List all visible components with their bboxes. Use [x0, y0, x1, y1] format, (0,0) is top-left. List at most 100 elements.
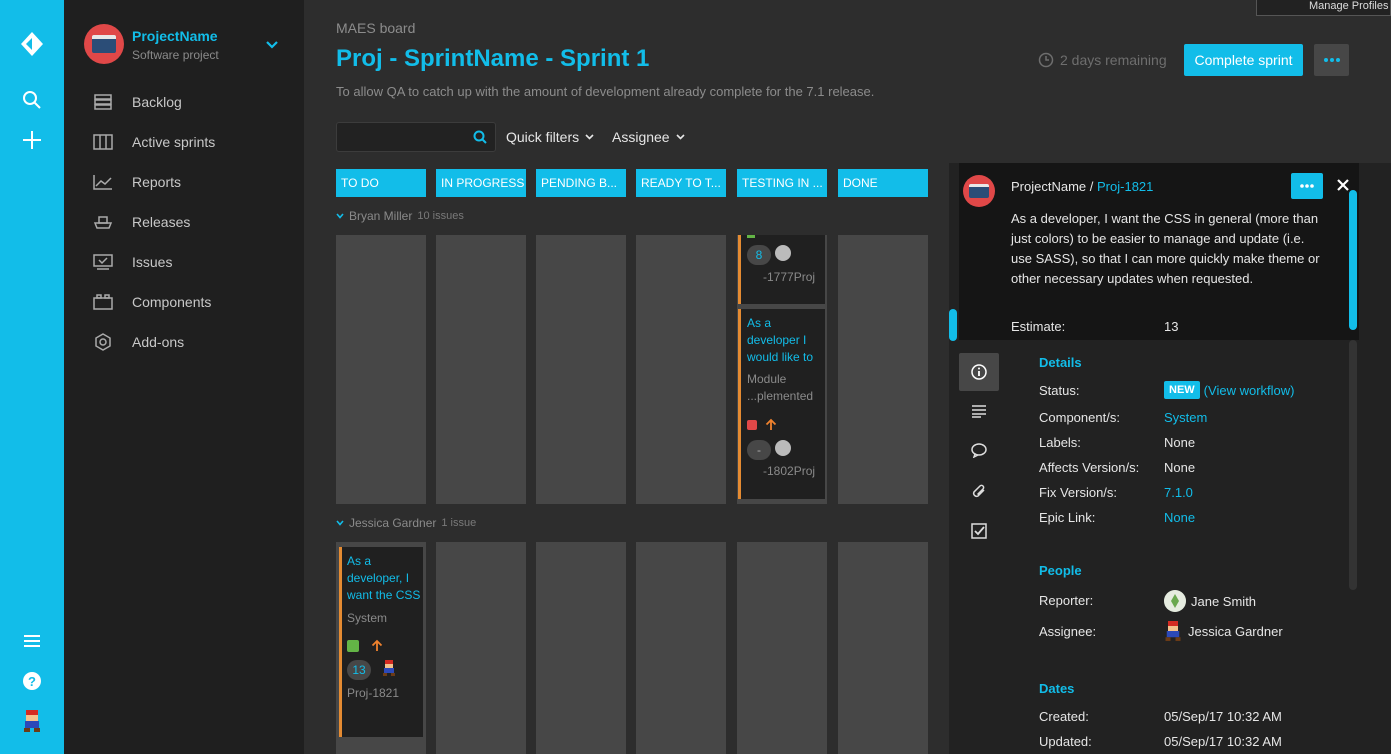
labels-label: Labels:	[1039, 435, 1081, 450]
help-icon[interactable]: ?	[20, 669, 44, 693]
fix-version-value[interactable]: 7.1.0	[1164, 485, 1193, 500]
issue-component: Module ...plemented	[747, 372, 814, 403]
board-cell	[436, 542, 526, 754]
epic-link-value[interactable]: None	[1164, 510, 1195, 525]
manage-profiles-menu[interactable]: Manage Profiles	[1256, 0, 1391, 16]
user-avatar-icon[interactable]	[20, 709, 44, 733]
assignee-value[interactable]: Jessica Gardner	[1164, 621, 1283, 641]
backlog-icon	[92, 92, 114, 112]
scrollbar[interactable]	[1349, 190, 1357, 330]
issue-title: As a developer I would like to	[747, 316, 814, 364]
quick-filters-dropdown[interactable]: Quick filters	[506, 129, 594, 145]
chevron-down-icon	[336, 520, 344, 526]
board-area: MAES board Proj - SprintName - Sprint 1 …	[304, 0, 1391, 754]
board-cell	[536, 235, 626, 504]
avatar	[775, 245, 791, 261]
column-header-ready: READY TO T...	[636, 169, 726, 197]
releases-icon	[92, 212, 114, 232]
jira-logo-icon[interactable]	[20, 32, 44, 56]
board-cell	[636, 542, 726, 754]
component-label: Component/s:	[1039, 410, 1120, 425]
more-icon[interactable]	[1314, 44, 1349, 76]
reporter-value[interactable]: Jane Smith	[1164, 590, 1256, 612]
dates-section-title: Dates	[1039, 681, 1075, 696]
swimlane-header-bryan[interactable]: Bryan Miller 10 issues	[336, 209, 464, 223]
search-icon[interactable]	[473, 130, 487, 149]
breadcrumb: ProjectName / Proj-1821	[1011, 179, 1154, 194]
nav-item-components[interactable]: Components	[92, 290, 211, 314]
remaining-text: 2 days remaining	[1060, 52, 1167, 68]
affects-value[interactable]: None	[1164, 460, 1195, 475]
priority-up-icon	[371, 639, 383, 657]
info-icon[interactable]	[959, 353, 999, 391]
project-type: Software project	[132, 48, 219, 62]
bug-icon	[747, 420, 757, 430]
status-badge[interactable]: NEW	[1164, 381, 1200, 399]
issue-key: Proj-1821	[347, 686, 400, 700]
issue-key: -1777Proj	[763, 270, 816, 284]
panel-resize-handle[interactable]	[949, 309, 957, 341]
nav-item-releases[interactable]: Releases	[92, 210, 190, 234]
details-section-title: Details	[1039, 355, 1082, 370]
nav-label: Issues	[132, 254, 173, 270]
board-cell	[536, 542, 626, 754]
people-section-title: People	[1039, 563, 1082, 578]
updated-label: Updated:	[1039, 734, 1092, 749]
complete-sprint-button[interactable]: Complete sprint	[1184, 44, 1303, 76]
close-icon[interactable]	[1335, 177, 1351, 193]
affects-label: Affects Version/s:	[1039, 460, 1140, 475]
view-workflow-link[interactable]: View workflow	[1208, 383, 1290, 398]
nav-item-backlog[interactable]: Backlog	[92, 90, 182, 114]
subtasks-icon[interactable]	[959, 512, 999, 550]
attachment-icon[interactable]	[959, 472, 999, 510]
avatar	[1164, 621, 1182, 641]
nav-label: Reports	[132, 174, 182, 190]
project-name[interactable]: ProjectName	[132, 28, 218, 44]
chevron-down-icon[interactable]	[266, 36, 278, 54]
assignee-dropdown[interactable]: Assignee	[612, 129, 685, 145]
sprint-description: To allow QA to catch up with the amount …	[336, 84, 875, 99]
issue-detail-header: ProjectName / Proj-1821 As a developer, …	[959, 163, 1359, 340]
swimlane-header-jessica[interactable]: Jessica Gardner 1 issue	[336, 516, 476, 530]
board-cell	[336, 235, 426, 504]
nav-label: Backlog	[132, 94, 182, 110]
nav-item-issues[interactable]: Issues	[92, 250, 172, 274]
plus-icon[interactable]	[20, 128, 44, 152]
nav-item-reports[interactable]: Reports	[92, 170, 181, 194]
labels-value[interactable]: None	[1164, 435, 1195, 450]
issue-card[interactable]: 8 -1777Proj	[738, 235, 825, 304]
estimate-value[interactable]: 13	[1164, 319, 1178, 334]
add-ons-icon	[92, 332, 114, 352]
issue-card[interactable]: As a developer I would like to Module ..…	[738, 309, 825, 499]
priority-up-icon	[765, 418, 777, 436]
global-sidebar: ?	[0, 0, 64, 754]
nav-item-add-ons[interactable]: Add-ons	[92, 330, 184, 354]
menu-icon[interactable]	[20, 629, 44, 653]
epic-link-label: Epic Link:	[1039, 510, 1096, 525]
board-cell	[838, 235, 928, 504]
more-icon[interactable]	[1291, 173, 1323, 199]
components-icon	[92, 292, 114, 312]
board-cell	[636, 235, 726, 504]
clock-icon	[1038, 52, 1054, 68]
scrollbar-track[interactable]	[1349, 340, 1357, 590]
chevron-down-icon	[585, 134, 594, 140]
search-input[interactable]	[336, 122, 496, 152]
story-icon	[747, 235, 755, 238]
search-icon[interactable]	[20, 88, 44, 112]
issue-card[interactable]: As a developer, I want the CSS System 13…	[339, 547, 423, 737]
breadcrumb-project[interactable]: ProjectName	[1011, 179, 1086, 194]
board-cell	[436, 235, 526, 504]
nav-item-active-sprints[interactable]: Active sprints	[92, 130, 215, 154]
description-icon[interactable]	[959, 392, 999, 430]
nav-label: Add-ons	[132, 334, 185, 350]
nav-label: Components	[132, 294, 212, 310]
issue-detail-panel: ProjectName / Proj-1821 As a developer, …	[949, 163, 1391, 754]
comment-icon[interactable]	[959, 431, 999, 469]
component-value[interactable]: System	[1164, 410, 1207, 425]
column-header-testing: TESTING IN ...	[737, 169, 827, 197]
board-name[interactable]: MAES board	[336, 20, 415, 36]
column-header-pending: PENDING B...	[536, 169, 626, 197]
board-cell	[838, 542, 928, 754]
breadcrumb-issue-key[interactable]: Proj-1821	[1097, 179, 1153, 194]
